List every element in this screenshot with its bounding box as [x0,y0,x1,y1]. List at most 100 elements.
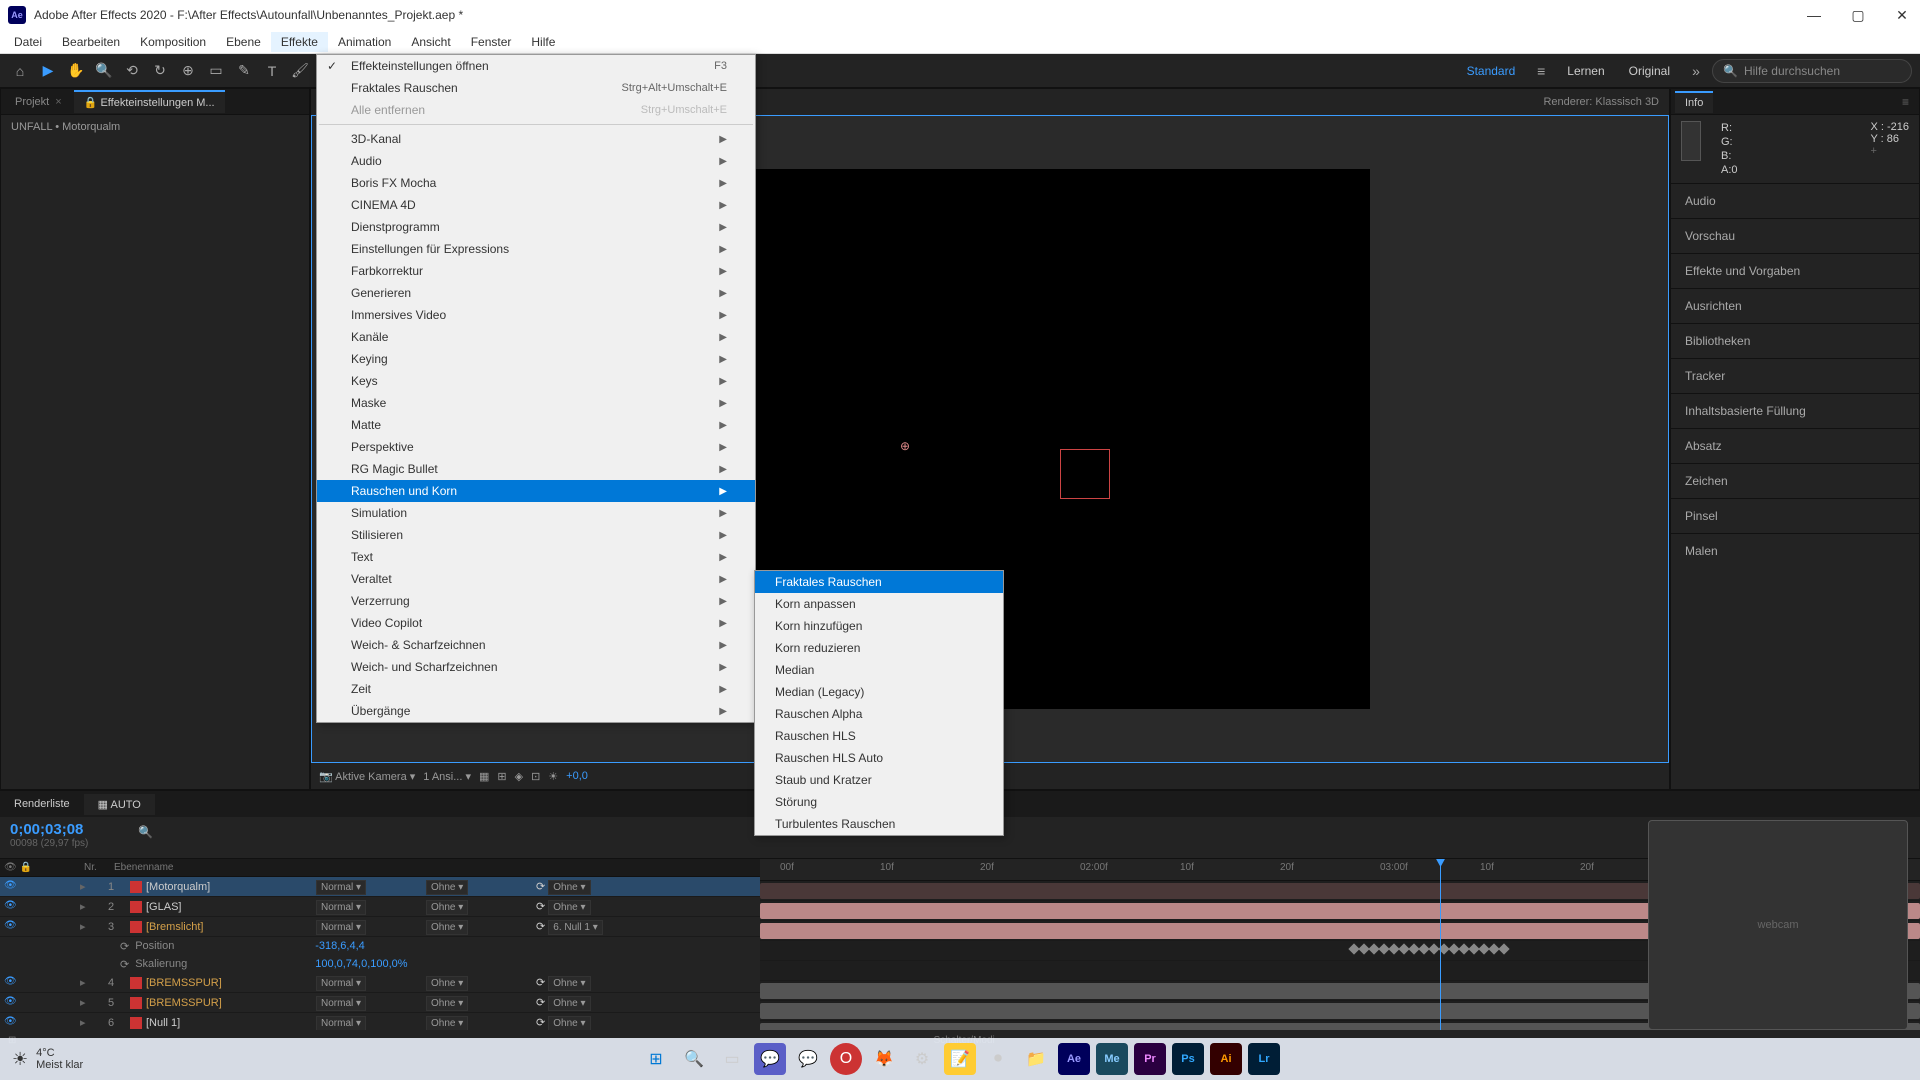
panel-absatz[interactable]: Absatz [1671,428,1919,463]
panel-inhaltsbasierte-füllung[interactable]: Inhaltsbasierte Füllung [1671,393,1919,428]
menu-cat[interactable]: Übergänge▶ [317,700,755,722]
layer-row[interactable]: 👁▸3[Bremslicht]Normal ▾Ohne ▾⟳ 6. Null 1… [0,917,760,937]
tab-renderliste[interactable]: Renderliste [0,794,84,814]
menu-hilfe[interactable]: Hilfe [521,32,565,52]
workspace-lernen[interactable]: Lernen [1557,60,1614,82]
submenu-item[interactable]: Turbulentes Rauschen [755,813,1003,835]
menu-cat[interactable]: CINEMA 4D▶ [317,194,755,216]
exposure-value[interactable]: +0,0 [566,770,588,782]
workspace-original[interactable]: Original [1619,60,1680,82]
layer-row[interactable]: 👁▸1[Motorqualm]Normal ▾Ohne ▾⟳ Ohne ▾ [0,877,760,897]
menu-item[interactable]: ✓Effekteinstellungen öffnenF3 [317,55,755,77]
submenu-item[interactable]: Korn hinzufügen [755,615,1003,637]
panel-menu-icon[interactable]: ≡ [1896,95,1915,109]
weather-widget[interactable]: ☀ 4°CMeist klar [12,1047,83,1071]
panel-tracker[interactable]: Tracker [1671,358,1919,393]
layer-row[interactable]: 👁▸4[BREMSSPUR]Normal ▾Ohne ▾⟳ Ohne ▾ [0,973,760,993]
start-button[interactable]: ⊞ [640,1043,672,1075]
app-icon[interactable]: ⚙ [906,1043,938,1075]
menu-ansicht[interactable]: Ansicht [401,32,460,52]
menu-cat[interactable]: Kanäle▶ [317,326,755,348]
layer-row[interactable]: 👁▸5[BREMSSPUR]Normal ▾Ohne ▾⟳ Ohne ▾ [0,993,760,1013]
menu-cat[interactable]: Farbkorrektur▶ [317,260,755,282]
ae-taskbar-icon[interactable]: Ae [1058,1043,1090,1075]
hand-tool-icon[interactable]: ✋ [64,59,88,83]
menu-cat[interactable]: 3D-Kanal▶ [317,128,755,150]
ps-taskbar-icon[interactable]: Ps [1172,1043,1204,1075]
shape-tool-icon[interactable]: ▭ [204,59,228,83]
maximize-button[interactable]: ▢ [1848,5,1868,25]
menu-cat[interactable]: Weich- & Scharfzeichnen▶ [317,634,755,656]
menu-cat[interactable]: Weich- und Scharfzeichnen▶ [317,656,755,678]
menu-cat[interactable]: Keying▶ [317,348,755,370]
layer-row[interactable]: 👁▸2[GLAS]Normal ▾Ohne ▾⟳ Ohne ▾ [0,897,760,917]
menu-cat[interactable]: Immersives Video▶ [317,304,755,326]
panel-pinsel[interactable]: Pinsel [1671,498,1919,533]
vc-icon2[interactable]: ⊞ [497,770,506,783]
teams-icon[interactable]: 💬 [754,1043,786,1075]
search-taskbar-icon[interactable]: 🔍 [678,1043,710,1075]
menu-cat[interactable]: Video Copilot▶ [317,612,755,634]
selection-tool-icon[interactable]: ▶ [36,59,60,83]
rotate-tool-icon[interactable]: ↻ [148,59,172,83]
views-select[interactable]: 1 Ansi... ▾ [423,770,471,783]
timeline-search-icon[interactable]: 🔍 [138,825,153,839]
menu-cat[interactable]: Audio▶ [317,150,755,172]
property-row[interactable]: ⟳Position-318,6,4,4 [0,937,760,955]
vc-icon1[interactable]: ▦ [479,770,489,783]
menu-cat[interactable]: Maske▶ [317,392,755,414]
submenu-item[interactable]: Rauschen HLS [755,725,1003,747]
tab-info[interactable]: Info [1675,91,1713,113]
submenu-item[interactable]: Median (Legacy) [755,681,1003,703]
timecode[interactable]: 0;00;03;08 [10,821,120,838]
submenu-item[interactable]: Korn anpassen [755,593,1003,615]
opera-icon[interactable]: O [830,1043,862,1075]
explorer-icon[interactable]: 📁 [1020,1043,1052,1075]
panel-vorschau[interactable]: Vorschau [1671,218,1919,253]
workspace-standard[interactable]: Standard [1457,60,1526,82]
menu-cat[interactable]: Boris FX Mocha▶ [317,172,755,194]
menu-cat[interactable]: Zeit▶ [317,678,755,700]
submenu-item[interactable]: Staub und Kratzer [755,769,1003,791]
menu-ebene[interactable]: Ebene [216,32,271,52]
menu-datei[interactable]: Datei [4,32,52,52]
submenu-item[interactable]: Korn reduzieren [755,637,1003,659]
pen-tool-icon[interactable]: ✎ [232,59,256,83]
property-row[interactable]: ⟳Skalierung100,0,74,0,100,0% [0,955,760,973]
panel-bibliotheken[interactable]: Bibliotheken [1671,323,1919,358]
tab-auto[interactable]: ▦ AUTO [84,794,155,815]
lr-taskbar-icon[interactable]: Lr [1248,1043,1280,1075]
layer-row[interactable]: 👁▸6[Null 1]Normal ▾Ohne ▾⟳ Ohne ▾ [0,1013,760,1030]
menu-cat[interactable]: Einstellungen für Expressions▶ [317,238,755,260]
menu-cat[interactable]: Stilisieren▶ [317,524,755,546]
panel-effekte-und-vorgaben[interactable]: Effekte und Vorgaben [1671,253,1919,288]
menu-cat[interactable]: Matte▶ [317,414,755,436]
menu-effekte[interactable]: Effekte [271,32,328,52]
menu-cat[interactable]: Generieren▶ [317,282,755,304]
zoom-tool-icon[interactable]: 🔍 [92,59,116,83]
ai-taskbar-icon[interactable]: Ai [1210,1043,1242,1075]
menu-cat[interactable]: Perspektive▶ [317,436,755,458]
submenu-item[interactable]: Störung [755,791,1003,813]
home-icon[interactable]: ⌂ [8,59,32,83]
panel-malen[interactable]: Malen [1671,533,1919,568]
close-button[interactable]: ✕ [1892,5,1912,25]
menu-cat[interactable]: Keys▶ [317,370,755,392]
obs-icon[interactable]: ⏺ [982,1043,1014,1075]
tab-effekt[interactable]: 🔒 Effekteinstellungen M... [74,90,225,113]
anchor-tool-icon[interactable]: ⊕ [176,59,200,83]
text-tool-icon[interactable]: T [260,59,284,83]
menu-cat[interactable]: RG Magic Bullet▶ [317,458,755,480]
orbit-tool-icon[interactable]: ⟲ [120,59,144,83]
workspace-menu-icon[interactable]: ≡ [1529,59,1553,83]
submenu-item[interactable]: Median [755,659,1003,681]
menu-cat[interactable]: Dienstprogramm▶ [317,216,755,238]
menu-animation[interactable]: Animation [328,32,401,52]
panel-ausrichten[interactable]: Ausrichten [1671,288,1919,323]
whatsapp-icon[interactable]: 💬 [792,1043,824,1075]
panel-audio[interactable]: Audio [1671,183,1919,218]
tab-projekt[interactable]: Projekt× [5,92,72,112]
renderer-value[interactable]: Klassisch 3D [1595,96,1659,108]
submenu-item[interactable]: Rauschen Alpha [755,703,1003,725]
workspace-more-icon[interactable]: » [1684,59,1708,83]
